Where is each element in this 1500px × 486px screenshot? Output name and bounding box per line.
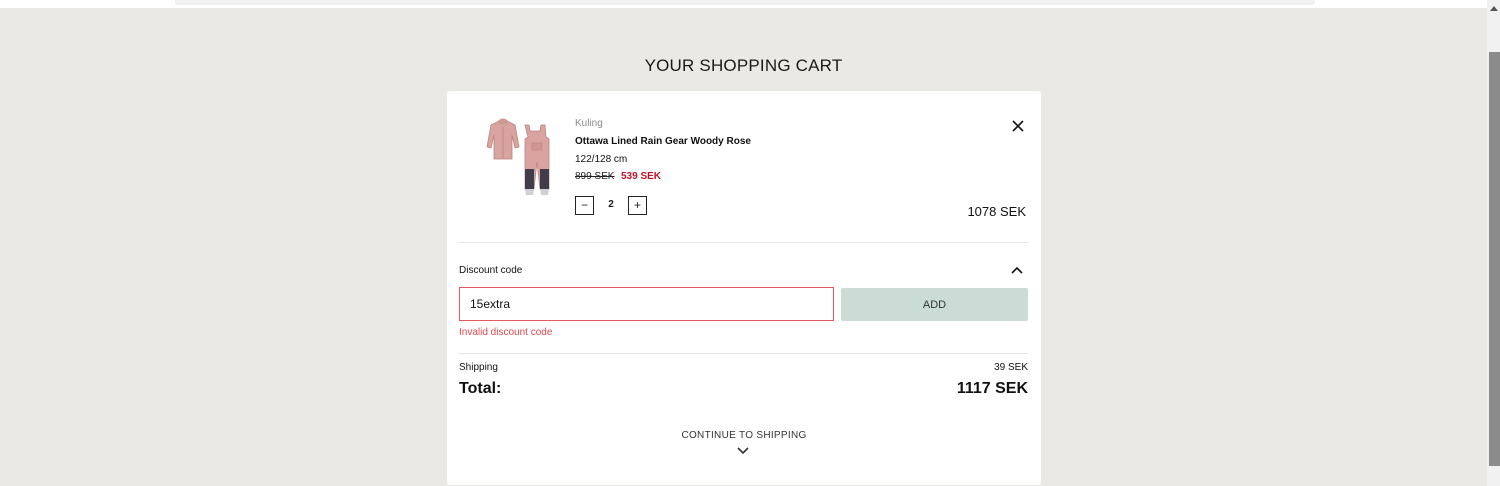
product-brand: Kuling [575, 118, 603, 129]
chevron-down-icon[interactable] [736, 446, 750, 456]
product-size: 122/128 cm [575, 154, 628, 165]
divider [459, 242, 1028, 243]
sale-price: 539 SEK [621, 171, 662, 182]
shipping-value: 39 SEK [994, 362, 1028, 373]
continue-to-shipping-button[interactable]: CONTINUE TO SHIPPING [447, 430, 1041, 441]
increase-quantity-button[interactable]: + [628, 196, 647, 215]
scrollbar-thumb[interactable] [1489, 52, 1500, 466]
rain-gear-product-image[interactable] [477, 117, 565, 203]
total-value: 1117 SEK [956, 380, 1028, 397]
discount-code-input[interactable] [459, 287, 834, 321]
original-price: 899 SEK [575, 171, 615, 182]
scroll-up-arrow-icon[interactable] [1490, 6, 1498, 11]
product-name[interactable]: Ottawa Lined Rain Gear Woody Rose [575, 136, 751, 147]
chevron-up-icon[interactable] [1010, 264, 1024, 276]
discount-code-label[interactable]: Discount code [459, 265, 522, 276]
page-scrollbar[interactable] [1487, 0, 1500, 486]
browser-top-strip-inner [175, 0, 1315, 5]
quantity-value: 2 [608, 199, 614, 210]
discount-error-message: Invalid discount code [459, 327, 553, 338]
page-title: YOUR SHOPPING CART [644, 56, 843, 75]
divider [459, 353, 1028, 354]
add-discount-button[interactable]: ADD [841, 288, 1028, 321]
cart-card: Kuling Ottawa Lined Rain Gear Woody Rose… [447, 91, 1041, 485]
line-total-price: 1078 SEK [967, 204, 1026, 219]
shipping-label: Shipping [459, 362, 498, 373]
close-icon[interactable] [1010, 118, 1026, 134]
decrease-quantity-button[interactable]: − [575, 196, 594, 215]
browser-top-strip [0, 0, 1487, 8]
total-label: Total: [459, 380, 502, 397]
